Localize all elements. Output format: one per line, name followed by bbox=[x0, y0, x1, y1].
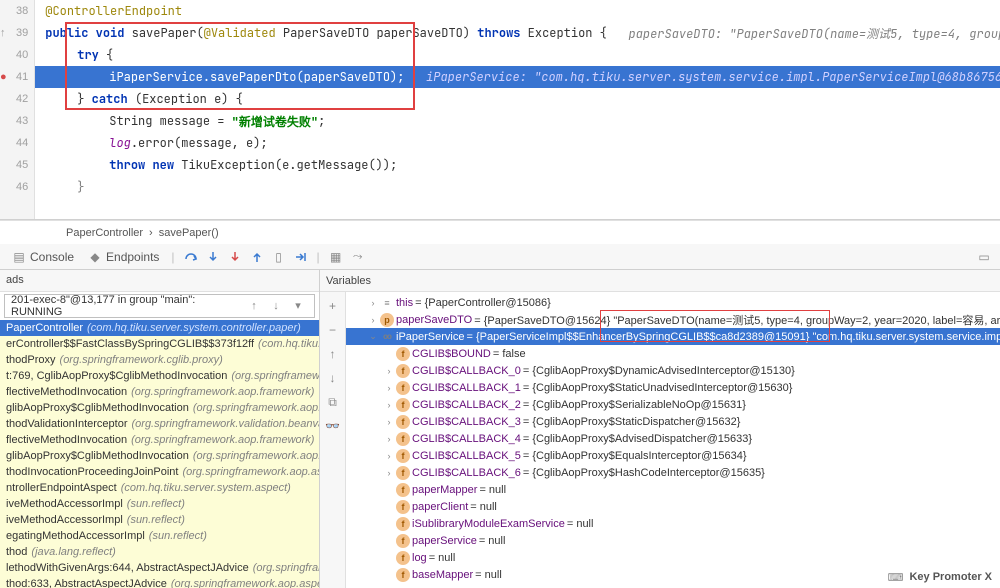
editor-gutter: 38 ↑ 39 40 ● 41 42 43 44 45 46 bbox=[0, 0, 35, 219]
override-icon: ↑ bbox=[0, 27, 12, 39]
stack-frame[interactable]: iveMethodAccessorImpl (sun.reflect) bbox=[0, 512, 319, 528]
variable-row[interactable]: f paperClient = null bbox=[346, 498, 1000, 515]
breadcrumb-item[interactable]: PaperController bbox=[66, 227, 143, 239]
variable-row[interactable]: ›≡ this = {PaperController@15086} bbox=[346, 294, 1000, 311]
stack-frame[interactable]: egatingMethodAccessorImpl (sun.reflect) bbox=[0, 528, 319, 544]
stack-frame[interactable]: flectiveMethodInvocation (org.springfram… bbox=[0, 432, 319, 448]
variable-row[interactable]: f paperService = null bbox=[346, 532, 1000, 549]
endpoints-icon: ◆ bbox=[88, 250, 102, 264]
line-number: 40 bbox=[16, 49, 28, 61]
filter-button[interactable]: ▾ bbox=[288, 296, 308, 316]
variable-row[interactable]: f iSublibraryModuleExamService = null bbox=[346, 515, 1000, 532]
line-number: 45 bbox=[16, 159, 28, 171]
stack-frame[interactable]: PaperController (com.hq.tiku.server.syst… bbox=[0, 320, 319, 336]
code-area[interactable]: @ControllerEndpoint public void savePape… bbox=[35, 0, 1000, 219]
variable-row[interactable]: ›f CGLIB$CALLBACK_3 = {CglibAopProxy$Sta… bbox=[346, 413, 1000, 430]
tab-console[interactable]: ▤Console bbox=[6, 248, 80, 266]
watches-icon[interactable]: 👓 bbox=[323, 416, 343, 436]
stack-frame[interactable]: iveMethodAccessorImpl (sun.reflect) bbox=[0, 496, 319, 512]
line-number: 46 bbox=[16, 181, 28, 193]
tab-endpoints[interactable]: ◆Endpoints bbox=[82, 248, 165, 266]
variables-tree[interactable]: ›≡ this = {PaperController@15086}›p pape… bbox=[346, 292, 1000, 588]
layout-button[interactable]: ▭ bbox=[974, 247, 994, 267]
stack-frame[interactable]: thodInvocationProceedingJoinPoint (org.s… bbox=[0, 464, 319, 480]
variable-row[interactable]: ›p paperSaveDTO = {PaperSaveDTO@15624} "… bbox=[346, 311, 1000, 328]
stack-frame[interactable]: lethodWithGivenArgs:644, AbstractAspectJ… bbox=[0, 560, 319, 576]
add-watch-button[interactable]: + bbox=[323, 296, 343, 316]
key-promoter-icon: ⌨ bbox=[888, 571, 904, 584]
code-text: @ControllerEndpoint bbox=[45, 3, 182, 19]
line-number: 44 bbox=[16, 137, 28, 149]
status-text: Key Promoter X bbox=[909, 571, 992, 583]
line-number: 42 bbox=[16, 93, 28, 105]
stack-frame[interactable]: thod:633, AbstractAspectJAdvice (org.spr… bbox=[0, 576, 319, 588]
editor-pane: 38 ↑ 39 40 ● 41 42 43 44 45 46 @Controller… bbox=[0, 0, 1000, 220]
variable-row[interactable]: ›f CGLIB$CALLBACK_2 = {CglibAopProxy$Ser… bbox=[346, 396, 1000, 413]
stack-frame[interactable]: thod (java.lang.reflect) bbox=[0, 544, 319, 560]
variable-row[interactable]: ›f CGLIB$CALLBACK_6 = {CglibAopProxy$Has… bbox=[346, 464, 1000, 481]
vars-toolbar: + − ↑ ↓ ⧉ 👓 bbox=[320, 292, 346, 588]
breadcrumb: PaperController › savePaper() bbox=[0, 220, 1000, 244]
frames-header: ads bbox=[6, 274, 24, 286]
up-button[interactable]: ↑ bbox=[323, 344, 343, 364]
stack-frame[interactable]: glibAopProxy$CglibMethodInvocation (org.… bbox=[0, 448, 319, 464]
thread-selector[interactable]: 201-exec-8"@13,177 in group "main": RUNN… bbox=[4, 294, 315, 318]
stack-frame[interactable]: ntrollerEndpointAspect (com.hq.tiku.serv… bbox=[0, 480, 319, 496]
debug-tool-strip: ▤Console ◆Endpoints | ▯ | ▦ ⤳ ▭ bbox=[0, 244, 1000, 270]
debugger-panes: ads 201-exec-8"@13,177 in group "main": … bbox=[0, 270, 1000, 588]
variable-row[interactable]: f CGLIB$BOUND = false bbox=[346, 345, 1000, 362]
variables-pane: Variables + − ↑ ↓ ⧉ 👓 ›≡ this = {PaperCo… bbox=[320, 270, 1000, 588]
line-number: 43 bbox=[16, 115, 28, 127]
drop-frame-button[interactable]: ▯ bbox=[269, 247, 289, 267]
variable-row[interactable]: ›f CGLIB$CALLBACK_0 = {CglibAopProxy$Dyn… bbox=[346, 362, 1000, 379]
breakpoint-icon[interactable]: ● bbox=[0, 71, 12, 83]
stack-frame[interactable]: thodValidationInterceptor (org.springfra… bbox=[0, 416, 319, 432]
frame-list[interactable]: PaperController (com.hq.tiku.server.syst… bbox=[0, 320, 319, 588]
variable-row[interactable]: ›f CGLIB$CALLBACK_5 = {CglibAopProxy$Equ… bbox=[346, 447, 1000, 464]
remove-watch-button[interactable]: − bbox=[323, 320, 343, 340]
stack-frame[interactable]: glibAopProxy$CglibMethodInvocation (org.… bbox=[0, 400, 319, 416]
force-step-into-button[interactable] bbox=[225, 247, 245, 267]
stack-frame[interactable]: flectiveMethodInvocation (org.springfram… bbox=[0, 384, 319, 400]
variable-row[interactable]: ⌄oo iPaperService = {PaperServiceImpl$$E… bbox=[346, 328, 1000, 345]
breadcrumb-item[interactable]: savePaper() bbox=[159, 227, 219, 239]
console-icon: ▤ bbox=[12, 250, 26, 264]
stack-frame[interactable]: erController$$FastClassBySpringCGLIB$$37… bbox=[0, 336, 319, 352]
copy-button[interactable]: ⧉ bbox=[323, 392, 343, 412]
next-frame-button[interactable]: ↓ bbox=[266, 296, 286, 316]
variable-row[interactable]: ›f CGLIB$CALLBACK_4 = {CglibAopProxy$Adv… bbox=[346, 430, 1000, 447]
evaluate-button[interactable]: ▦ bbox=[326, 247, 346, 267]
run-to-cursor-button[interactable] bbox=[291, 247, 311, 267]
prev-frame-button[interactable]: ↑ bbox=[244, 296, 264, 316]
stack-frame[interactable]: t:769, CglibAopProxy$CglibMethodInvocati… bbox=[0, 368, 319, 384]
stack-frame[interactable]: thodProxy (org.springframework.cglib.pro… bbox=[0, 352, 319, 368]
line-number: 41 bbox=[16, 71, 28, 83]
line-number: 38 bbox=[16, 5, 28, 17]
status-bar: ⌨ Key Promoter X bbox=[888, 566, 992, 588]
down-button[interactable]: ↓ bbox=[323, 368, 343, 388]
step-into-button[interactable] bbox=[203, 247, 223, 267]
line-number: 39 bbox=[16, 27, 28, 39]
variable-row[interactable]: f paperMapper = null bbox=[346, 481, 1000, 498]
frames-pane: ads 201-exec-8"@13,177 in group "main": … bbox=[0, 270, 320, 588]
trace-button[interactable]: ⤳ bbox=[348, 247, 368, 267]
step-over-button[interactable] bbox=[181, 247, 201, 267]
variable-row[interactable]: ›f CGLIB$CALLBACK_1 = {CglibAopProxy$Sta… bbox=[346, 379, 1000, 396]
chevron-right-icon: › bbox=[149, 227, 153, 239]
step-out-button[interactable] bbox=[247, 247, 267, 267]
variables-header: Variables bbox=[326, 275, 371, 287]
variable-row[interactable]: f log = null bbox=[346, 549, 1000, 566]
